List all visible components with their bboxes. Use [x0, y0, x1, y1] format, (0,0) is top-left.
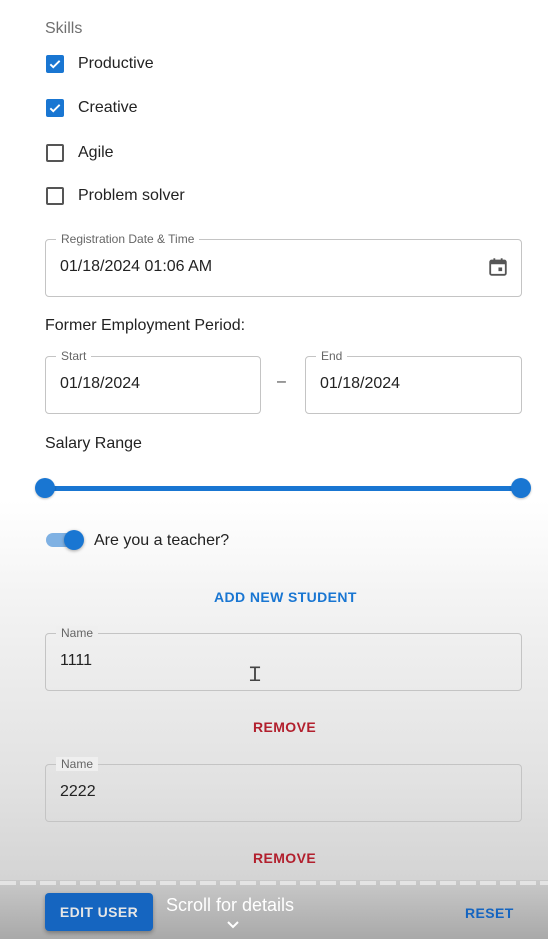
edit-user-button[interactable]: EDIT USER — [45, 893, 153, 931]
skills-label: Skills — [45, 20, 83, 37]
scroll-hint-text: Scroll for details — [166, 895, 295, 915]
checkbox-checked[interactable] — [46, 55, 64, 73]
employment-period-title: Former Employment Period: — [45, 317, 246, 334]
skill-agile-checkbox[interactable]: Agile — [46, 141, 114, 165]
salary-range-title: Salary Range — [45, 435, 142, 452]
employment-end-field[interactable]: End 01/18/2024 — [305, 349, 522, 414]
bottom-bar-divider — [0, 881, 548, 885]
employment-end-value[interactable]: 01/18/2024 — [320, 374, 400, 394]
student-name-label: Name — [56, 757, 99, 771]
employment-start-field[interactable]: Start 01/18/2024 — [45, 349, 261, 414]
skill-label: Problem solver — [78, 187, 185, 204]
registration-datetime-field[interactable]: Registration Date & Time 01/18/2024 01:0… — [45, 232, 522, 297]
employment-start-label: Start — [56, 349, 92, 363]
registration-datetime-label: Registration Date & Time — [56, 232, 200, 246]
add-new-student-button[interactable]: ADD NEW STUDENT — [214, 589, 357, 605]
checkbox-checked[interactable] — [46, 99, 64, 117]
student-name-field[interactable]: Name 1111 Ｉ — [45, 626, 522, 691]
teacher-switch-label: Are you a teacher? — [94, 532, 230, 549]
date-range-separator: – — [277, 373, 286, 390]
text-cursor-icon: Ｉ — [245, 662, 265, 686]
teacher-switch-thumb[interactable] — [64, 530, 84, 550]
check-icon — [49, 104, 61, 113]
student-name-label: Name — [56, 626, 99, 640]
calendar-icon[interactable] — [487, 256, 509, 283]
checkbox-unchecked[interactable] — [46, 187, 64, 205]
check-icon — [49, 60, 61, 69]
checkbox-unchecked[interactable] — [46, 144, 64, 162]
skill-problem-solver-checkbox[interactable]: Problem solver — [46, 184, 185, 208]
skill-creative-checkbox[interactable]: Creative — [46, 96, 138, 120]
student-name-value[interactable]: 1111 — [60, 651, 92, 671]
skill-productive-checkbox[interactable]: Productive — [46, 52, 154, 76]
student-name-value[interactable]: 2222 — [60, 782, 96, 802]
salary-range-min-thumb[interactable] — [35, 478, 55, 498]
skill-label: Creative — [78, 99, 138, 116]
salary-range-max-thumb[interactable] — [511, 478, 531, 498]
registration-datetime-value[interactable]: 01/18/2024 01:06 AM — [60, 257, 212, 277]
skill-label: Agile — [78, 144, 114, 161]
salary-range-track[interactable] — [45, 486, 521, 491]
chevron-down-icon — [226, 917, 240, 935]
skill-label: Productive — [78, 55, 154, 72]
student-name-field[interactable]: Name 2222 — [45, 757, 522, 822]
remove-student-button[interactable]: REMOVE — [253, 719, 316, 735]
employment-start-value[interactable]: 01/18/2024 — [60, 374, 140, 394]
reset-button[interactable]: RESET — [465, 905, 514, 921]
remove-student-button[interactable]: REMOVE — [253, 850, 316, 866]
employment-end-label: End — [316, 349, 348, 363]
